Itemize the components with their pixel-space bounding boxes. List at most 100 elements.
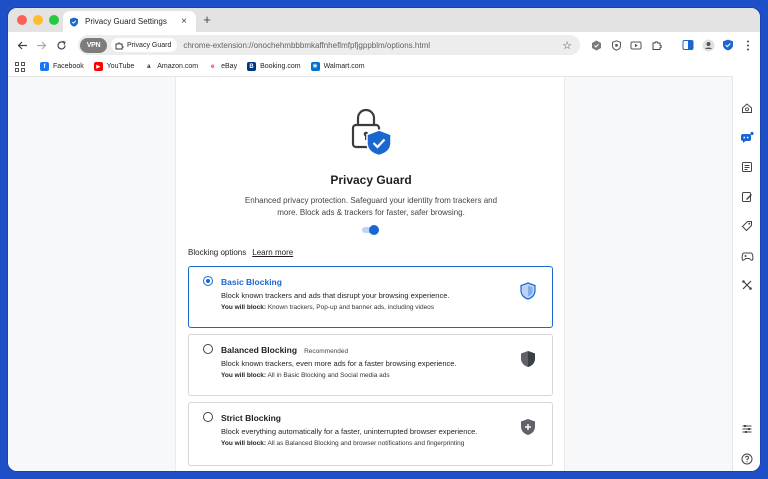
bookmark-amazon[interactable]: a Amazon.com — [144, 62, 198, 71]
block-label: You will block: — [221, 304, 267, 311]
option-description: Block known trackers, even more ads for … — [221, 359, 457, 368]
option-block-list: You will block: All as Balanced Blocking… — [221, 440, 464, 447]
video-icon[interactable] — [629, 38, 643, 52]
forward-button[interactable] — [33, 37, 49, 53]
shield-balanced-icon — [521, 351, 535, 367]
vpn-button[interactable]: VPN — [80, 37, 107, 53]
booking-icon: B — [247, 62, 257, 71]
option-balanced-blocking[interactable]: Balanced Blocking Recommended Block know… — [188, 334, 553, 396]
option-title-text: Balanced Blocking — [221, 345, 298, 355]
url-text[interactable]: chrome-extension://onochehmbbbmkaffnhefl… — [183, 41, 560, 50]
tools-icon[interactable] — [740, 278, 754, 292]
page-content: Privacy Guard Enhanced privacy protectio… — [8, 76, 732, 471]
option-block-list: You will block: All in Basic Blocking an… — [221, 372, 390, 379]
option-title: Basic Blocking — [221, 277, 282, 287]
page-title: Privacy Guard — [330, 173, 412, 187]
help-icon[interactable] — [740, 452, 754, 466]
option-block-list: You will block: Known trackers, Pop-up a… — [221, 304, 434, 311]
privacy-guard-shield-icon[interactable] — [721, 38, 735, 52]
extension-chip-label: Privacy Guard — [127, 41, 172, 49]
close-window-button[interactable] — [17, 15, 27, 25]
bookmark-star-icon[interactable]: ☆ — [560, 39, 574, 52]
shield-basic-icon — [520, 282, 536, 300]
maximize-window-button[interactable] — [49, 15, 59, 25]
toolbar: VPN Privacy Guard chrome-extension://ono… — [8, 32, 760, 58]
shield-strict-icon — [521, 419, 535, 435]
menu-kebab-icon[interactable] — [741, 38, 755, 52]
bookmark-booking[interactable]: B Booking.com — [247, 62, 301, 71]
option-description: Block everything automatically for a fas… — [221, 427, 478, 436]
search-home-icon[interactable] — [740, 101, 754, 115]
reader-icon[interactable] — [740, 160, 754, 174]
browser-window: Privacy Guard Settings × + VPN Privacy G… — [8, 8, 760, 471]
learn-more-link[interactable]: Learn more — [252, 248, 293, 257]
radio-balanced-blocking[interactable] — [203, 344, 213, 354]
bookmark-ebay[interactable]: e eBay — [208, 62, 237, 71]
block-text: All as Balanced Blocking and browser not… — [266, 440, 465, 447]
arrow-left-icon — [17, 41, 27, 49]
extensions-puzzle-icon[interactable] — [650, 38, 664, 52]
reload-icon — [56, 40, 66, 50]
apps-grid-icon[interactable] — [14, 61, 26, 73]
option-title-text: Strict Blocking — [221, 413, 281, 423]
extension-badge-icon[interactable] — [589, 38, 603, 52]
bookmark-label: Facebook — [53, 63, 84, 70]
customize-sliders-icon[interactable] — [740, 422, 754, 436]
minimize-window-button[interactable] — [33, 15, 43, 25]
blocking-options-heading: Blocking options — [188, 248, 247, 257]
back-button[interactable] — [14, 37, 30, 53]
extension-chip[interactable]: Privacy Guard — [111, 38, 178, 52]
option-title-text: Basic Blocking — [221, 277, 282, 287]
window-controls — [17, 15, 59, 25]
tab-privacy-guard-settings[interactable]: Privacy Guard Settings × — [63, 11, 196, 32]
block-label: You will block: — [221, 440, 267, 447]
gamepad-icon[interactable] — [740, 249, 754, 263]
option-basic-blocking[interactable]: Basic Blocking Block known trackers and … — [188, 266, 553, 328]
block-text: All in Basic Blocking and Social media a… — [266, 372, 390, 379]
ebay-icon: e — [208, 62, 218, 71]
bookmark-label: Walmart.com — [323, 63, 365, 70]
shield-icon — [70, 17, 78, 27]
address-bar[interactable]: VPN Privacy Guard chrome-extension://ono… — [78, 35, 580, 55]
chat-ai-icon[interactable] — [740, 130, 754, 144]
bookmark-label: Booking.com — [260, 63, 301, 70]
option-title: Strict Blocking — [221, 413, 281, 423]
page-description: Enhanced privacy protection. Safeguard y… — [244, 196, 498, 217]
amazon-icon: a — [144, 62, 154, 71]
arrow-right-icon — [36, 41, 46, 49]
tab-close-button[interactable]: × — [178, 16, 190, 27]
bookmark-walmart[interactable]: ✳ Walmart.com — [310, 62, 365, 71]
side-panel-rail — [732, 76, 760, 471]
recommended-badge: Recommended — [304, 348, 349, 355]
lock-shield-icon — [351, 108, 392, 157]
bookmark-label: YouTube — [106, 63, 135, 70]
radio-basic-blocking[interactable] — [203, 276, 213, 286]
toggle-knob — [369, 225, 379, 235]
notes-edit-icon[interactable] — [740, 190, 754, 204]
shield-outline-icon[interactable] — [609, 38, 623, 52]
new-tab-button[interactable]: + — [200, 12, 214, 28]
option-title: Balanced Blocking Recommended — [221, 345, 348, 355]
tab-strip: Privacy Guard Settings × + — [8, 8, 760, 32]
facebook-icon: f — [40, 62, 49, 71]
youtube-icon: ▶ — [93, 62, 103, 71]
puzzle-icon — [115, 42, 124, 49]
blocking-options-header: Blocking options Learn more — [188, 248, 293, 257]
bookmark-youtube[interactable]: ▶ YouTube — [93, 62, 135, 71]
block-label: You will block: — [221, 372, 267, 379]
option-description: Block known trackers and ads that disrup… — [221, 291, 450, 300]
privacy-guard-toggle[interactable] — [362, 225, 380, 235]
block-text: Known trackers, Pop-up and banner ads, i… — [266, 304, 435, 311]
side-panel-icon[interactable] — [681, 38, 695, 52]
tag-icon[interactable] — [740, 219, 754, 233]
tab-title: Privacy Guard Settings — [85, 17, 167, 26]
bookmark-facebook[interactable]: f Facebook — [40, 62, 84, 71]
radio-strict-blocking[interactable] — [203, 412, 213, 422]
walmart-icon: ✳ — [310, 62, 320, 71]
reload-button[interactable] — [53, 37, 69, 53]
bookmark-label: eBay — [221, 63, 238, 70]
option-strict-blocking[interactable]: Strict Blocking Block everything automat… — [188, 402, 553, 466]
settings-card: Privacy Guard Enhanced privacy protectio… — [175, 77, 565, 471]
profile-avatar-icon[interactable] — [701, 38, 715, 52]
bookmarks-bar: f Facebook ▶ YouTube a Amazon.com e eBay… — [8, 58, 760, 75]
